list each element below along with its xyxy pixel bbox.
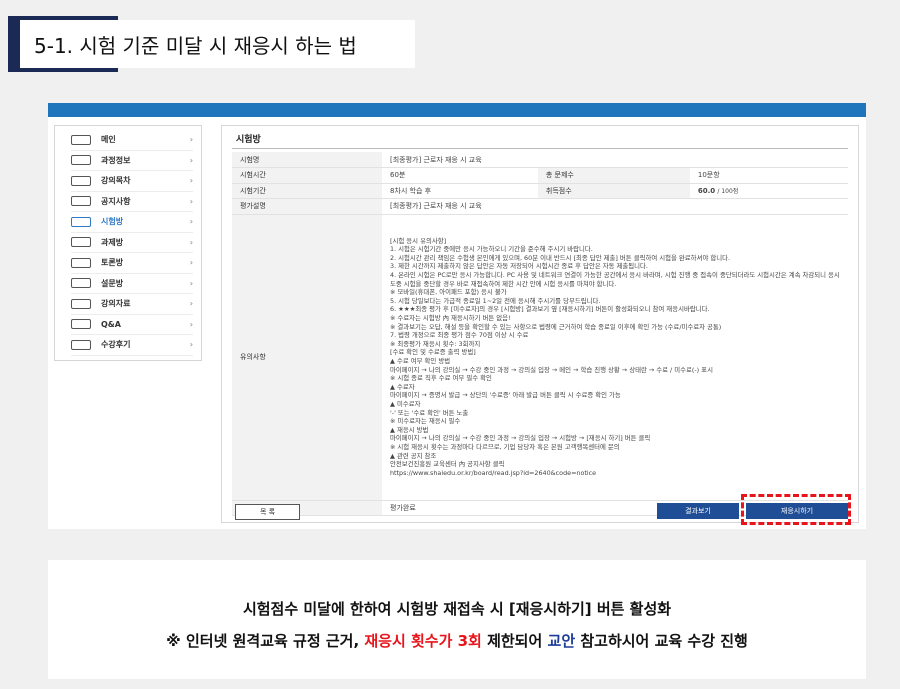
materials-icon	[71, 298, 91, 309]
discussion-icon	[71, 257, 91, 268]
notice-label: 유의사항	[232, 214, 382, 501]
exam-name-value: [최종평가] 근로자 재응 시 교육	[382, 152, 848, 168]
chevron-right-icon: ›	[189, 278, 193, 288]
exam-time-value: 60분	[382, 167, 538, 184]
home-icon	[71, 134, 91, 145]
score-label: 취득점수	[537, 183, 690, 199]
list-icon	[71, 175, 91, 186]
list-button[interactable]: 목 록	[235, 504, 300, 520]
total-questions-value: 10문항	[689, 167, 848, 184]
sidebar-item-notice[interactable]: 공지사항 ›	[71, 192, 193, 212]
caption-line-2: ※ 인터넷 원격교육 규정 근거, 재응시 횟수가 3회 제한되어 교안 참고하…	[48, 630, 866, 651]
score-value: 60.0	[697, 187, 716, 196]
sidebar-item-survey[interactable]: 설문방 ›	[71, 274, 193, 294]
caption-line-1: 시험점수 미달에 한하여 시험방 재접속 시 [재응시하기] 버튼 활성화	[242, 600, 672, 618]
sidebar-item-label: Q&A	[101, 319, 121, 329]
exam-panel: 시험방 시험명 [최종평가] 근로자 재응 시 교육 시험시간 60분 총 문제…	[221, 125, 859, 523]
slide-header: 5-1. 시험 기준 미달 시 재응시 하는 법	[8, 16, 415, 72]
chevron-right-icon: ›	[189, 217, 193, 227]
sidebar-item-exam[interactable]: 시험방 ›	[71, 212, 193, 233]
chevron-right-icon: ›	[189, 155, 193, 165]
table-row: 유의사항 [시험 응시 유의사항] 1. 시험은 시험기간 중에만 응시 가능하…	[232, 214, 848, 501]
retake-highlight-box	[741, 494, 851, 525]
survey-icon	[71, 278, 91, 289]
section-title: 시험방	[236, 135, 261, 145]
sidebar-item-main[interactable]: 메인 ›	[71, 130, 193, 151]
chevron-right-icon: ›	[189, 176, 193, 186]
exam-period-value: 8차시 학습 후	[382, 183, 538, 199]
qna-icon	[71, 319, 91, 330]
exam-name-label: 시험명	[232, 152, 382, 168]
sidebar-item-label: 메인	[101, 135, 116, 145]
sidebar-item-discussion[interactable]: 토론방 ›	[71, 253, 193, 274]
chevron-right-icon: ›	[189, 196, 193, 206]
sidebar-item-course-info[interactable]: 과정정보 ›	[71, 151, 193, 171]
chevron-right-icon: ›	[189, 237, 193, 247]
sidebar-item-review[interactable]: 수강후기 ›	[71, 335, 193, 356]
sidebar-item-label: 과정정보	[101, 155, 131, 165]
sidebar-item-label: 시험방	[101, 217, 124, 227]
lms-screenshot: 메인 › 과정정보 › 강의목차 › 공지사항 › 시험방 › 과제방 › 토론…	[48, 103, 866, 529]
chevron-right-icon: ›	[189, 299, 193, 309]
sidebar-item-assignment[interactable]: 과제방 ›	[71, 233, 193, 253]
sidebar-item-label: 공지사항	[101, 196, 131, 206]
notice-cell: [시험 응시 유의사항] 1. 시험은 시험기간 중에만 응시 가능하오니 기간…	[382, 214, 848, 501]
table-row: 시험기간 8차시 학습 후 취득점수 60.0 / 100점	[232, 183, 848, 199]
score-cell: 60.0 / 100점	[689, 183, 848, 199]
caption-box: 시험점수 미달에 한하여 시험방 재접속 시 [재응시하기] 버튼 활성화 ※ …	[48, 560, 866, 679]
chevron-right-icon: ›	[189, 135, 193, 145]
review-icon	[71, 339, 91, 350]
info-icon	[71, 155, 91, 166]
sidebar-item-label: 설문방	[101, 278, 124, 288]
caption-material: 교안	[547, 632, 576, 650]
site-top-bar	[48, 103, 866, 117]
caption-text: ※ 인터넷 원격교육 규정 근거,	[166, 632, 365, 650]
header-accent-bottom	[8, 68, 118, 72]
exam-time-label: 시험시간	[232, 167, 382, 184]
notice-text: [시험 응시 유의사항] 1. 시험은 시험기간 중에만 응시 가능하오니 기간…	[390, 236, 840, 477]
slide-title: 5-1. 시험 기준 미달 시 재응시 하는 법	[20, 20, 415, 68]
sidebar-item-lecture-list[interactable]: 강의목차 ›	[71, 171, 193, 192]
course-sidebar: 메인 › 과정정보 › 강의목차 › 공지사항 › 시험방 › 과제방 › 토론…	[54, 125, 202, 361]
exam-icon	[71, 216, 91, 227]
caption-text: 참고하시어 교육 수강 진행	[575, 632, 748, 650]
sidebar-item-label: 강의목차	[101, 176, 131, 186]
caption-retake-limit: 재응시 횟수가 3회	[364, 632, 482, 650]
total-questions-label: 총 문제수	[537, 167, 690, 184]
view-result-button[interactable]: 결과보기	[657, 503, 739, 519]
assignment-icon	[71, 237, 91, 248]
title-divider	[232, 148, 848, 149]
table-row: 시험시간 60분 총 문제수 10문항	[232, 167, 848, 184]
eval-value: [최종평가] 근로자 재응 시 교육	[382, 198, 848, 215]
exam-period-label: 시험기간	[232, 183, 382, 199]
score-unit: / 100점	[717, 188, 739, 196]
notice-icon	[71, 196, 91, 207]
chevron-right-icon: ›	[189, 319, 193, 329]
table-row: 시험명 [최종평가] 근로자 재응 시 교육	[232, 152, 848, 168]
chevron-right-icon: ›	[189, 340, 193, 350]
caption-text: 제한되어	[481, 632, 548, 650]
exam-info-table: 시험명 [최종평가] 근로자 재응 시 교육 시험시간 60분 총 문제수 10…	[232, 152, 848, 516]
sidebar-item-label: 과제방	[101, 237, 124, 247]
sidebar-item-materials[interactable]: 강의자료 ›	[71, 294, 193, 315]
header-accent-bar	[8, 16, 20, 72]
sidebar-item-label: 토론방	[101, 258, 124, 268]
sidebar-item-label: 강의자료	[101, 299, 131, 309]
chevron-right-icon: ›	[189, 258, 193, 268]
sidebar-item-label: 수강후기	[101, 340, 131, 350]
table-row: 평가설명 [최종평가] 근로자 재응 시 교육	[232, 198, 848, 215]
sidebar-item-qna[interactable]: Q&A ›	[71, 315, 193, 335]
eval-label: 평가설명	[232, 198, 382, 215]
